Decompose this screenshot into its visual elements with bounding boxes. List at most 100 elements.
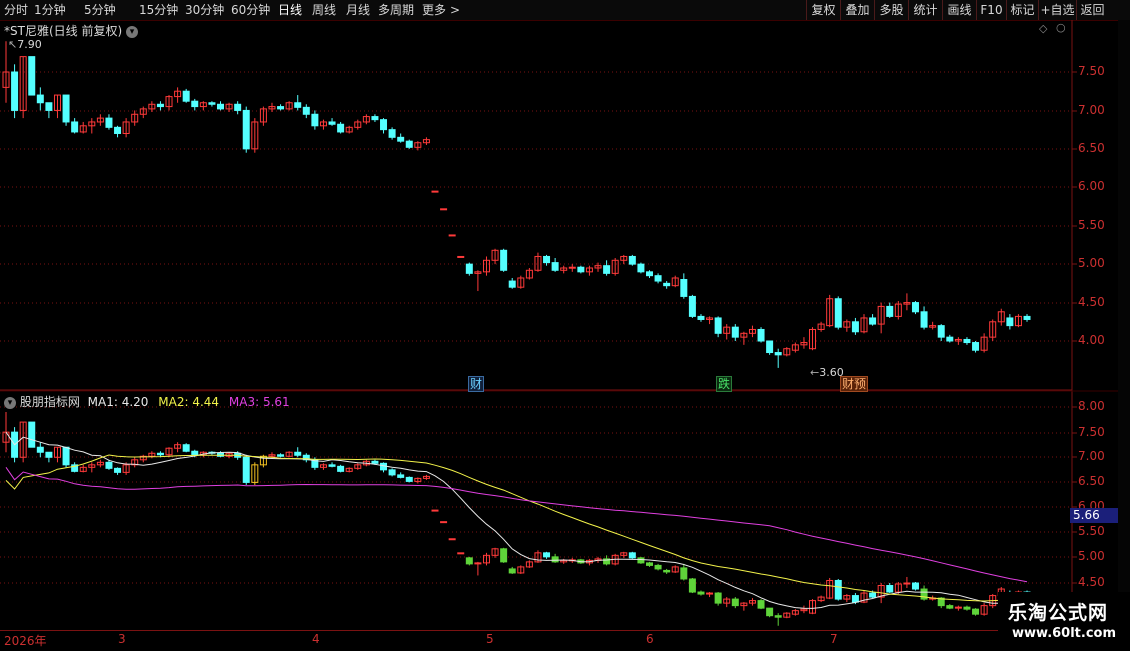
main-candle-body xyxy=(405,140,413,148)
indicator-candle-body xyxy=(182,444,190,452)
indicator-candle-body xyxy=(371,460,379,464)
event-tag-fall[interactable]: 跌 xyxy=(716,376,733,392)
main-candle-body xyxy=(277,106,285,110)
indicator-candle-body xyxy=(963,606,971,610)
ma1-line xyxy=(5,431,1028,609)
main-candle-body xyxy=(328,121,336,125)
main-candle-body xyxy=(911,302,919,313)
main-candle-body xyxy=(663,282,671,287)
main-candle-body xyxy=(766,340,774,354)
indicator-candle-body xyxy=(337,465,345,472)
ma2-line xyxy=(5,454,1028,602)
main-candle-body xyxy=(302,106,310,115)
indicator-title: ▾ 股朋指标网 MA1: 4.20 MA2: 4.44 MA3: 5.61 xyxy=(4,393,290,410)
indicator-candle-body xyxy=(714,592,722,604)
main-candle-body xyxy=(946,336,954,342)
indicator-candle-body xyxy=(886,585,894,593)
main-close-icon[interactable]: ○ xyxy=(1056,21,1066,34)
date-label-jul: 7 xyxy=(830,632,838,646)
chevron-down-icon[interactable]: ▾ xyxy=(125,25,138,38)
indicator-candle-body xyxy=(851,595,859,603)
indicator-candle-body xyxy=(105,461,113,469)
event-tag-finance[interactable]: 财 xyxy=(468,376,485,392)
main-candle-body xyxy=(1023,315,1031,320)
main-candle-body xyxy=(972,342,980,351)
ma3-line xyxy=(5,467,1028,583)
main-candle-body xyxy=(397,136,405,142)
indicator-candle-body xyxy=(45,451,53,458)
main-candle-body xyxy=(508,280,516,288)
main-candle-body xyxy=(603,265,611,274)
low-price-label: ←3.60 xyxy=(810,366,844,379)
stock-name: *ST尼雅(日线 前复权) xyxy=(4,24,123,38)
indicator-candle-body xyxy=(543,552,551,558)
main-candle-body xyxy=(191,100,199,108)
indicator-candle-body xyxy=(697,591,705,595)
date-label-jun: 6 xyxy=(646,632,654,646)
indicator-candle-body xyxy=(688,578,696,593)
current-ma3-price-tag: 5.66 xyxy=(1070,508,1125,523)
indicator-candle-body xyxy=(36,446,44,453)
indicator-candle-body xyxy=(62,446,70,466)
main-candle-body xyxy=(886,305,894,317)
indicator-candle-body xyxy=(869,592,877,598)
main-candle-body xyxy=(45,102,53,111)
main-candle-body xyxy=(465,263,473,274)
main-candle-body xyxy=(731,326,739,338)
main-candle-body xyxy=(440,208,448,211)
indicator-candle-body xyxy=(114,467,122,473)
main-candle-body xyxy=(937,325,945,338)
main-candle-body xyxy=(757,328,765,342)
indicator-chevron-icon[interactable]: ▾ xyxy=(4,396,16,409)
main-candle-body xyxy=(834,298,842,328)
date-label-mar: 3 xyxy=(118,632,126,646)
indicator-candle-body xyxy=(834,579,842,600)
main-candle-body xyxy=(217,103,224,110)
indicator-candle-body xyxy=(663,569,671,573)
indicator-candle-body xyxy=(465,557,473,565)
main-candle-body xyxy=(62,94,70,123)
main-candle-body xyxy=(36,94,44,104)
main-candle-body xyxy=(646,271,653,277)
event-tag-forecast[interactable]: 财预 xyxy=(840,376,869,392)
indicator-candle-body xyxy=(397,474,405,478)
main-candle-body xyxy=(208,102,216,105)
indicator-candle-body xyxy=(457,552,465,555)
indicator-candle-body xyxy=(972,608,980,615)
indicator-candle-body xyxy=(646,562,653,566)
indicator-candle-body xyxy=(328,464,336,467)
indicator-candle-body xyxy=(911,582,919,590)
watermark: 乐淘公式网 www.60lt.com xyxy=(998,592,1130,650)
indicator-candle-body xyxy=(28,421,36,448)
indicator-candle-body xyxy=(431,509,439,512)
main-candle-body xyxy=(380,119,388,131)
main-candle-body xyxy=(774,352,782,356)
date-label-apr: 4 xyxy=(312,632,320,646)
watermark-title: 乐淘公式网 xyxy=(1008,602,1109,624)
ma2-value: MA2: 4.44 xyxy=(158,395,220,409)
main-settings-icon[interactable]: ◇ xyxy=(1039,22,1047,35)
indicator-candle-body xyxy=(294,451,302,456)
main-candle-body xyxy=(688,295,696,317)
main-candle-body xyxy=(551,262,559,271)
main-candle-body xyxy=(1006,317,1014,327)
main-candle-body xyxy=(457,255,465,258)
main-candle-body xyxy=(568,266,576,269)
main-candle-body xyxy=(500,249,508,271)
main-candle-body xyxy=(388,129,396,138)
main-candle-body xyxy=(311,113,319,127)
indicator-candle-body xyxy=(191,450,199,456)
watermark-url: www.60lt.com xyxy=(1012,626,1117,641)
main-candle-body xyxy=(697,315,705,320)
indicator-candle-body xyxy=(388,469,396,476)
main-candle-body xyxy=(577,266,585,273)
indicator-candle-body xyxy=(405,476,413,482)
main-candle-body xyxy=(920,311,928,328)
main-candle-body xyxy=(371,116,379,121)
indicator-candle-body xyxy=(774,615,782,618)
main-candle-body xyxy=(543,255,551,264)
kline-chart[interactable] xyxy=(0,0,1130,650)
indicator-candle-body xyxy=(277,454,285,457)
indicator-candle-body xyxy=(551,556,559,563)
indicator-candle-body xyxy=(628,552,636,559)
